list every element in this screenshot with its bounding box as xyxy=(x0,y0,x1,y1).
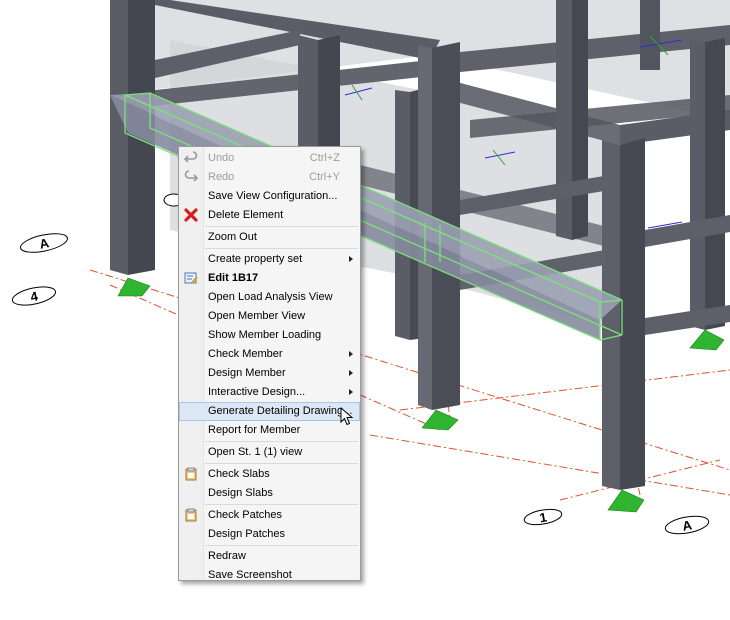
clipboard-icon xyxy=(184,508,198,522)
context-menu: Undo Ctrl+Z Redo Ctrl+Y Save View Configurat… xyxy=(178,146,361,581)
menu-item-label: Redo xyxy=(208,171,235,183)
menu-item-label: Generate Detailing Drawing... xyxy=(208,405,353,417)
menu-item-create-property-set[interactable]: Create property set xyxy=(179,250,360,269)
menu-item-label: Check Slabs xyxy=(208,468,270,480)
edit-icon xyxy=(184,271,198,285)
menu-item-report-for-member[interactable]: Report for Member xyxy=(179,421,360,440)
menu-item-interactive-design[interactable]: Interactive Design... xyxy=(179,383,360,402)
menu-item-check-slabs[interactable]: Check Slabs xyxy=(179,465,360,484)
menu-separator xyxy=(205,545,358,546)
menu-item-show-member-loading[interactable]: Show Member Loading xyxy=(179,326,360,345)
menu-item-label: Open St. 1 (1) view xyxy=(208,446,303,458)
menu-item-label: Design Patches xyxy=(208,528,286,540)
menu-item-label: Zoom Out xyxy=(208,231,257,243)
menu-item-label: Design Slabs xyxy=(208,487,273,499)
menu-item-edit-1b17[interactable]: Edit 1B17 xyxy=(179,269,360,288)
submenu-arrow-icon xyxy=(349,256,353,262)
menu-item-open-st-1-1-view[interactable]: Open St. 1 (1) view xyxy=(179,443,360,462)
menu-item-label: Interactive Design... xyxy=(208,386,306,398)
grid-bubble: 1 xyxy=(523,508,563,526)
redo-icon xyxy=(184,170,199,184)
menu-item-design-member[interactable]: Design Member xyxy=(179,364,360,383)
undo-icon xyxy=(183,151,198,165)
menu-item-label: Open Member View xyxy=(208,310,306,322)
structural-3d-viewport[interactable]: A 4 1 A xyxy=(0,0,730,620)
submenu-arrow-icon xyxy=(349,351,353,357)
menu-item-label: Open Load Analysis View xyxy=(208,291,333,303)
menu-item-label: Create property set xyxy=(208,253,303,265)
submenu-arrow-icon xyxy=(349,389,353,395)
menu-separator xyxy=(205,441,358,442)
submenu-arrow-icon xyxy=(349,370,353,376)
menu-item-label: Check Patches xyxy=(208,509,282,521)
menu-item-undo[interactable]: Undo Ctrl+Z xyxy=(179,149,360,168)
menu-item-label: Edit 1B17 xyxy=(208,272,259,284)
menu-item-label: Save Screenshot xyxy=(208,569,292,581)
menu-item-shortcut: Ctrl+Y xyxy=(309,171,340,183)
menu-separator xyxy=(205,504,358,505)
menu-separator xyxy=(205,248,358,249)
menu-item-redo[interactable]: Redo Ctrl+Y xyxy=(179,168,360,187)
menu-item-open-member-view[interactable]: Open Member View xyxy=(179,307,360,326)
menu-item-label: Report for Member xyxy=(208,424,301,436)
menu-item-redraw[interactable]: Redraw xyxy=(179,547,360,566)
menu-item-generate-detailing-drawing[interactable]: Generate Detailing Drawing... xyxy=(179,402,360,421)
support-icon xyxy=(607,489,645,513)
support-icon xyxy=(421,409,459,431)
menu-item-open-load-analysis-view[interactable]: Open Load Analysis View xyxy=(179,288,360,307)
menu-item-label: Redraw xyxy=(208,550,246,562)
grid-bubble: 4 xyxy=(11,286,57,306)
menu-item-save-screenshot[interactable]: Save Screenshot xyxy=(179,566,360,585)
menu-item-design-patches[interactable]: Design Patches xyxy=(179,525,360,544)
menu-item-check-patches[interactable]: Check Patches xyxy=(179,506,360,525)
menu-item-zoom-out[interactable]: Zoom Out xyxy=(179,228,360,247)
menu-item-label: Delete Element xyxy=(208,209,284,221)
menu-item-label: Undo xyxy=(208,152,235,164)
menu-separator xyxy=(205,226,358,227)
menu-item-save-view-configuration[interactable]: Save View Configuration... xyxy=(179,187,360,206)
menu-item-label: Check Member xyxy=(208,348,283,360)
menu-item-label: Save View Configuration... xyxy=(208,190,338,202)
menu-item-label: Show Member Loading xyxy=(208,329,322,341)
support-icon xyxy=(689,329,725,351)
menu-separator xyxy=(205,463,358,464)
menu-item-check-member[interactable]: Check Member xyxy=(179,345,360,364)
mouse-pointer-icon xyxy=(340,407,354,426)
grid-bubble: A xyxy=(664,515,710,535)
grid-bubble: A xyxy=(19,233,69,253)
menu-item-label: Design Member xyxy=(208,367,286,379)
menu-item-shortcut: Ctrl+Z xyxy=(309,152,340,164)
menu-item-design-slabs[interactable]: Design Slabs xyxy=(179,484,360,503)
menu-item-delete-element[interactable]: Delete Element xyxy=(179,206,360,225)
clipboard-icon xyxy=(184,467,198,481)
delete-icon xyxy=(184,208,198,222)
